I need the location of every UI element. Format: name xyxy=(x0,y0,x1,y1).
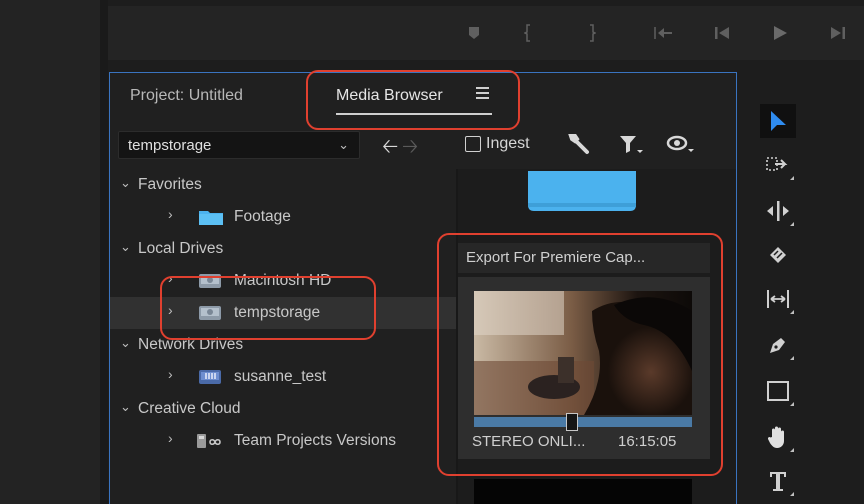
tab-project[interactable]: Project: Untitled xyxy=(130,87,243,105)
tree-item-label: susanne_test xyxy=(234,368,327,385)
location-dropdown[interactable]: tempstorage ⌄ xyxy=(118,131,360,159)
selection-tool-icon[interactable] xyxy=(760,104,796,138)
next-clip-thumbnail[interactable] xyxy=(474,479,692,504)
tree-item-label: tempstorage xyxy=(234,304,321,321)
left-panel-strip xyxy=(0,0,100,504)
tree-group-label: Creative Cloud xyxy=(138,400,241,417)
forward-arrow-icon[interactable]: 🡢 xyxy=(402,132,418,166)
drive-icon xyxy=(198,272,222,295)
media-browser-toolbar: tempstorage ⌄ 🡠 🡢 Ingest xyxy=(110,129,736,163)
filter-icon[interactable] xyxy=(618,133,644,160)
back-arrow-icon[interactable]: 🡠 xyxy=(382,132,398,166)
chevron-down-icon: ⌄ xyxy=(338,137,349,152)
step-forward-icon[interactable] xyxy=(830,22,846,44)
thumbnail-browser: Export For Premiere Cap... STEREO ONLI..… xyxy=(458,169,736,504)
mark-in-icon[interactable] xyxy=(524,22,532,44)
chevron-right-icon[interactable]: › xyxy=(168,366,173,382)
clip-name: STEREO ONLI... xyxy=(472,433,586,450)
chevron-down-icon[interactable]: ⌄ xyxy=(120,399,131,415)
folder-icon xyxy=(198,208,224,231)
creative-cloud-icon xyxy=(196,432,226,455)
rectangle-tool-icon[interactable] xyxy=(760,374,796,408)
wrench-icon[interactable] xyxy=(568,133,592,160)
slip-tool-icon[interactable] xyxy=(760,282,796,316)
premiere-window: Project: Untitled Media Browser tempstor… xyxy=(0,0,864,504)
folder-title-bar[interactable]: Export For Premiere Cap... xyxy=(458,243,710,273)
tree-item-footage[interactable]: › Footage xyxy=(110,201,456,233)
network-drive-icon xyxy=(198,368,222,391)
tree-item-label: Team Projects Versions xyxy=(234,432,396,449)
chevron-down-icon[interactable]: ⌄ xyxy=(120,175,131,191)
playhead-handle[interactable] xyxy=(566,413,578,431)
chevron-right-icon[interactable]: › xyxy=(168,302,173,318)
tree-group-creative-cloud[interactable]: ⌄ Creative Cloud xyxy=(110,393,456,425)
hand-icon[interactable] xyxy=(760,420,796,454)
panel-tabs: Project: Untitled Media Browser xyxy=(110,73,736,123)
tree-group-label: Network Drives xyxy=(138,336,244,353)
chevron-down-icon[interactable]: ⌄ xyxy=(120,239,131,255)
pen-icon[interactable] xyxy=(760,328,796,362)
tree-group-favorites[interactable]: ⌄ Favorites xyxy=(110,169,456,201)
tree-item-label: Macintosh HD xyxy=(234,272,332,289)
folder-icon[interactable] xyxy=(526,171,638,213)
tree-item-macintosh-hd[interactable]: › Macintosh HD xyxy=(110,265,456,297)
tree-item-label: Footage xyxy=(234,208,291,225)
folder-title: Export For Premiere Cap... xyxy=(466,249,646,266)
clip-scrub-bar[interactable] xyxy=(474,413,692,431)
drive-icon xyxy=(198,304,222,327)
tree-group-label: Local Drives xyxy=(138,240,224,257)
chevron-right-icon[interactable]: › xyxy=(168,430,173,446)
clip-duration: 16:15:05 xyxy=(618,433,677,450)
location-dropdown-value: tempstorage xyxy=(128,137,212,154)
media-browser-panel: Project: Untitled Media Browser tempstor… xyxy=(109,72,737,504)
go-to-in-icon[interactable] xyxy=(652,22,674,44)
program-transport-bar xyxy=(108,6,864,60)
track-select-tool-icon[interactable] xyxy=(760,148,796,182)
tools-panel xyxy=(744,72,864,504)
chevron-right-icon[interactable]: › xyxy=(168,206,173,222)
type-tool-icon[interactable] xyxy=(760,464,796,498)
tree-item-team-projects-versions[interactable]: › Team Projects Versions xyxy=(110,425,456,457)
tree-item-tempstorage[interactable]: › tempstorage xyxy=(110,297,456,329)
tree-group-network-drives[interactable]: ⌄ Network Drives xyxy=(110,329,456,361)
panel-gutter xyxy=(100,0,108,504)
ingest-label: Ingest xyxy=(486,135,530,152)
razor-tool-icon[interactable] xyxy=(760,238,796,272)
step-back-icon[interactable] xyxy=(714,22,730,44)
mark-out-icon[interactable] xyxy=(588,22,596,44)
clip-thumbnail-card[interactable]: STEREO ONLI... 16:15:05 xyxy=(458,277,710,459)
directory-tree: ⌄ Favorites › Footage ⌄ Local Drives › M… xyxy=(110,169,456,504)
active-tab-underline xyxy=(336,113,492,115)
add-marker-icon[interactable] xyxy=(468,22,480,44)
eye-icon[interactable] xyxy=(666,134,696,159)
tree-group-label: Favorites xyxy=(138,176,202,193)
tab-media-browser[interactable]: Media Browser xyxy=(336,87,443,105)
chevron-right-icon[interactable]: › xyxy=(168,270,173,286)
tree-group-local-drives[interactable]: ⌄ Local Drives xyxy=(110,233,456,265)
panel-menu-icon[interactable] xyxy=(476,87,492,101)
chevron-down-icon[interactable]: ⌄ xyxy=(120,335,131,351)
tree-item-susanne-test[interactable]: › susanne_test xyxy=(110,361,456,393)
ripple-edit-tool-icon[interactable] xyxy=(760,194,796,228)
play-icon[interactable] xyxy=(772,22,788,44)
ingest-checkbox[interactable] xyxy=(465,136,481,152)
clip-thumbnail-image[interactable] xyxy=(474,291,692,415)
